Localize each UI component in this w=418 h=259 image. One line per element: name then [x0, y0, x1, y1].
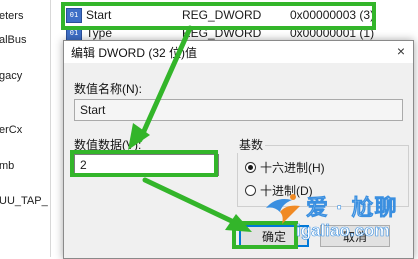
value-type: REG_DWORD — [182, 8, 262, 22]
tree-item[interactable]: erCx — [0, 124, 22, 136]
radio-hex[interactable]: 十六进制(H) — [245, 159, 325, 176]
base-group-title: 基数 — [237, 136, 266, 153]
value-type: REG_DWORD — [182, 26, 262, 40]
tree-item[interactable]: gacy — [0, 70, 22, 82]
watermark-url: igaliao.com — [296, 221, 390, 241]
close-icon[interactable]: × — [397, 43, 405, 59]
tree-item[interactable]: UU_TAP_ — [0, 195, 48, 207]
tree-item[interactable]: alBus — [0, 34, 27, 46]
reg-binary-value-icon: 01 — [66, 26, 82, 40]
watermark-title: 爱 · 尬聊 — [306, 195, 398, 221]
value-data: 0x00000001 (1) — [290, 26, 375, 40]
value-data: 0x00000003 (3) — [290, 8, 375, 22]
value-name-label: 数值名称(N): — [74, 82, 142, 96]
value-data-label: 数值数据(V): — [74, 138, 142, 152]
dialog-title: 编辑 DWORD (32 位)值 — [71, 45, 198, 60]
radio-hex-label: 十六进制(H) — [260, 161, 325, 175]
value-data-input[interactable]: 2 — [74, 154, 219, 176]
value-name-field: Start — [74, 99, 403, 121]
registry-tree-panel: eters alBus gacy erCx mb UU_TAP_ — [0, 0, 51, 257]
value-name: Start — [86, 8, 112, 22]
radio-selected-icon — [245, 162, 256, 173]
tree-item[interactable]: mb — [0, 160, 14, 172]
registry-value-row-start[interactable]: 01 Start REG_DWORD 0x00000003 (3) — [52, 4, 418, 26]
registry-value-row-type[interactable]: 01 Type REG_DWORD 0x00000001 (1) — [52, 26, 418, 40]
radio-unselected-icon — [245, 185, 256, 196]
reg-binary-value-icon: 01 — [66, 7, 82, 23]
dialog-titlebar: 编辑 DWORD (32 位)值 — [64, 41, 413, 63]
tree-item[interactable]: eters — [0, 10, 23, 22]
value-name: Type — [86, 26, 113, 40]
